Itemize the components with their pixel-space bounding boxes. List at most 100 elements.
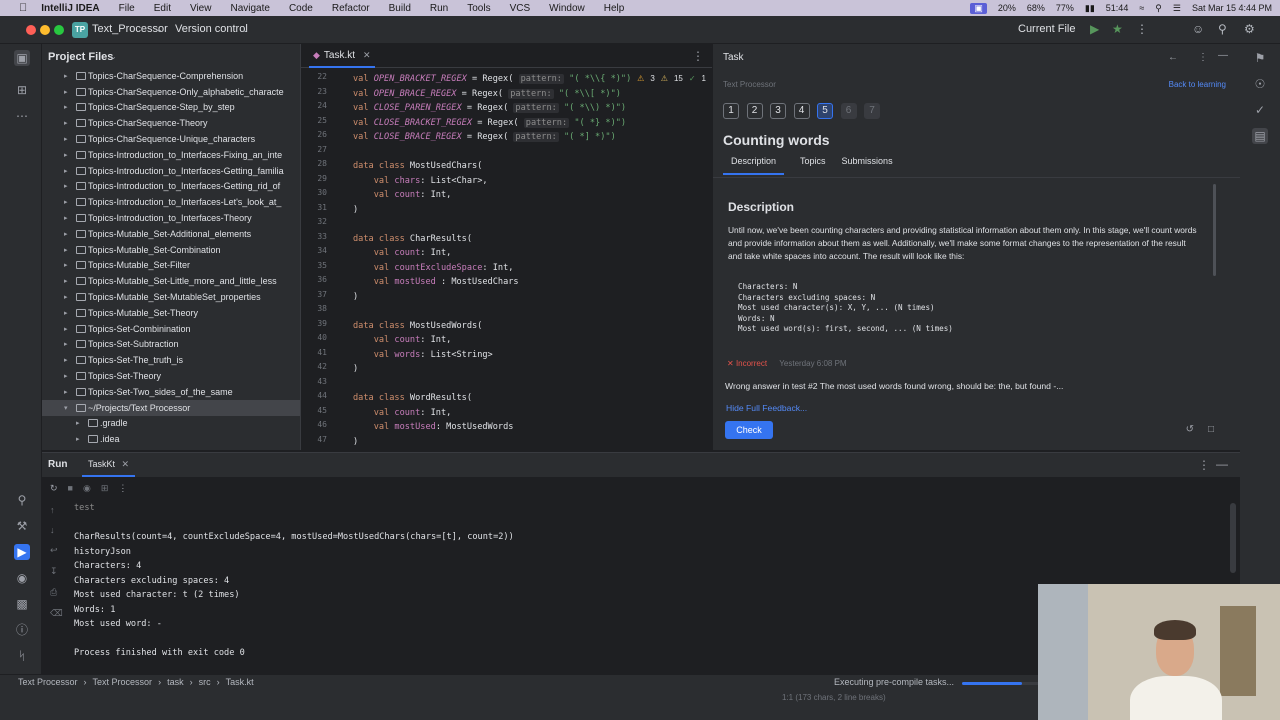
step-7-button[interactable]: 7 [864, 103, 880, 119]
problems-icon[interactable]: ⓘ [14, 622, 30, 638]
chevron-right-icon[interactable]: ▸ [64, 88, 68, 96]
datetime[interactable]: Sat Mar 15 4:44 PM [1192, 3, 1272, 13]
more-icon[interactable]: ⋮ [118, 483, 127, 494]
tab-task-kt[interactable]: ◆ Task.kt ✕ [309, 44, 375, 68]
chevron-right-icon[interactable]: ▸ [64, 167, 68, 175]
step-4-button[interactable]: 4 [793, 103, 810, 119]
down-icon[interactable]: ↓ [50, 525, 63, 535]
menu-help[interactable]: Help [604, 3, 625, 14]
chevron-right-icon[interactable]: ▸ [76, 419, 80, 427]
menu-run[interactable]: Run [430, 3, 448, 14]
search-everywhere-icon[interactable]: ⚲ [1218, 22, 1227, 36]
step-6-button[interactable]: 6 [840, 103, 857, 119]
tree-item[interactable]: ▸ Topics-CharSequence-Comprehension [42, 68, 300, 84]
minimize-window-button[interactable] [40, 25, 50, 35]
console-output[interactable]: test CharResults(count=4, countExcludeSpa… [74, 501, 514, 661]
app-name[interactable]: IntelliJ IDEA [41, 3, 99, 14]
tree-item[interactable]: ▸ .idea [42, 431, 300, 447]
scroll-end-icon[interactable]: ↧ [50, 566, 63, 577]
chevron-right-icon[interactable]: ▸ [64, 119, 68, 127]
menu-build[interactable]: Build [389, 3, 411, 14]
up-icon[interactable]: ↑ [50, 505, 63, 515]
step-2-button[interactable]: 2 [746, 103, 763, 119]
chevron-right-icon[interactable]: ▸ [64, 214, 68, 222]
account-icon[interactable]: ☺ [1192, 22, 1204, 36]
step-5-button[interactable]: 5 [817, 103, 833, 119]
tree-item[interactable]: ▸ Topics-Mutable_Set-MutableSet_propertie… [42, 289, 300, 305]
tree-item[interactable]: ▾ ~/Projects/Text Processor [42, 399, 300, 416]
chevron-right-icon[interactable]: ▸ [64, 246, 68, 254]
back-to-learning-link[interactable]: Back to learning [1169, 80, 1226, 89]
chevron-right-icon[interactable]: ▸ [64, 340, 68, 348]
notifications-icon[interactable]: ⚑ [1252, 50, 1268, 66]
wrap-icon[interactable]: ↩ [50, 545, 63, 556]
tree-item[interactable]: ▸ Topics-Set-Subtraction [42, 337, 300, 353]
tree-item[interactable]: ▸ Topics-Introduction_to_Interfaces-Fixin… [42, 147, 300, 163]
run-tab[interactable]: TaskKt ✕ [82, 453, 136, 477]
trash-icon[interactable]: ⌫ [50, 608, 63, 619]
tree-item[interactable]: ▸ Topics-Mutable_Set-Additional_elements [42, 226, 300, 242]
tree-item[interactable]: ▸ Topics-Set-Combinination [42, 321, 300, 337]
chevron-right-icon[interactable]: ▸ [64, 309, 68, 317]
settings-gear-icon[interactable]: ⚙ [1244, 22, 1255, 36]
services-icon[interactable]: ◉ [14, 570, 30, 586]
menu-view[interactable]: View [190, 3, 212, 14]
tree-item[interactable]: ▸ Topics-Set-The_truth_is [42, 352, 300, 368]
tree-item[interactable]: ▸ .gradle [42, 416, 300, 432]
chevron-right-icon[interactable]: ▸ [64, 182, 68, 190]
tree-item[interactable]: ▸ Topics-Introduction_to_Interfaces-Theor… [42, 210, 300, 226]
chevron-right-icon[interactable]: ▸ [64, 103, 68, 111]
search-icon[interactable]: ⚲ [1155, 3, 1162, 14]
build-hammer-icon[interactable]: ⚒ [14, 518, 30, 534]
more-tools-icon[interactable]: ⋯ [14, 108, 30, 124]
tree-item[interactable]: ▸ Topics-Introduction_to_Interfaces-Getti… [42, 163, 300, 179]
menu-file[interactable]: File [119, 3, 135, 14]
version-control-dropdown[interactable]: Version control [175, 23, 248, 35]
control-center-icon[interactable]: ☰ [1173, 3, 1181, 14]
close-window-button[interactable] [26, 25, 36, 35]
chevron-right-icon[interactable]: ▸ [64, 325, 68, 333]
comment-icon[interactable]: □ [1208, 424, 1214, 435]
breadcrumb-item[interactable]: Text Processor [93, 677, 153, 687]
stop-icon[interactable]: ■ [68, 483, 73, 494]
tab-submissions[interactable]: Submissions [842, 156, 893, 175]
breadcrumb-item[interactable]: src [199, 677, 211, 687]
terminal-icon[interactable]: ▩ [14, 596, 30, 612]
tree-item[interactable]: ▸ Topics-Mutable_Set-Theory [42, 305, 300, 321]
more-icon[interactable]: ⋮ [1198, 458, 1210, 472]
chevron-right-icon[interactable]: ▸ [76, 435, 80, 443]
chevron-right-icon[interactable]: ▸ [64, 135, 68, 143]
chevron-right-icon[interactable]: ▸ [64, 151, 68, 159]
check-button[interactable]: Check [725, 421, 773, 439]
menu-refactor[interactable]: Refactor [332, 3, 370, 14]
tree-item[interactable]: ▸ Topics-Mutable_Set-Filter [42, 258, 300, 274]
print-icon[interactable]: ⎙ [50, 587, 63, 598]
rerun-icon[interactable]: ↻ [50, 483, 58, 494]
chevron-down-icon[interactable]: ⌄ [110, 52, 117, 61]
reset-icon[interactable]: ↺ [1186, 424, 1194, 435]
close-icon[interactable]: ✕ [363, 50, 371, 61]
chevron-right-icon[interactable]: ▸ [64, 277, 68, 285]
tree-item[interactable]: ▸ Topics-CharSequence-Step_by_step [42, 100, 300, 116]
chevron-right-icon[interactable]: ▸ [64, 230, 68, 238]
more-icon[interactable]: ⋮ [1198, 52, 1208, 63]
tree-item[interactable]: ▸ Topics-CharSequence-Unique_characters [42, 131, 300, 147]
debug-icon[interactable]: ★ [1112, 22, 1123, 36]
chevron-right-icon[interactable]: ▸ [64, 356, 68, 364]
step-1-button[interactable]: 1 [723, 103, 739, 119]
tree-item[interactable]: ▸ Topics-Mutable_Set-Little_more_and_litt… [42, 273, 300, 289]
tree-item[interactable]: ▸ Topics-Set-Two_sides_of_the_same [42, 384, 300, 400]
chevron-right-icon[interactable]: ▸ [64, 293, 68, 301]
more-icon[interactable]: ⋮ [1136, 22, 1148, 36]
menu-tools[interactable]: Tools [467, 3, 490, 14]
chevron-right-icon[interactable]: ▸ [64, 72, 68, 80]
minimize-icon[interactable]: — [1218, 50, 1228, 61]
ai-assistant-icon[interactable]: ☉ [1252, 76, 1268, 92]
screen-record-icon[interactable]: ▣ [970, 2, 987, 14]
code-content[interactable]: val OPEN_BRACKET_REGEX = Regex( pattern:… [353, 72, 708, 449]
learn-icon[interactable]: ▤ [1252, 128, 1268, 144]
chevron-right-icon[interactable]: ▸ [64, 372, 68, 380]
tree-item[interactable]: ▸ Topics-Introduction_to_Interfaces-Let's… [42, 194, 300, 210]
project-badge[interactable]: TP [72, 22, 88, 38]
breadcrumb-item[interactable]: Text Processor [18, 677, 78, 687]
